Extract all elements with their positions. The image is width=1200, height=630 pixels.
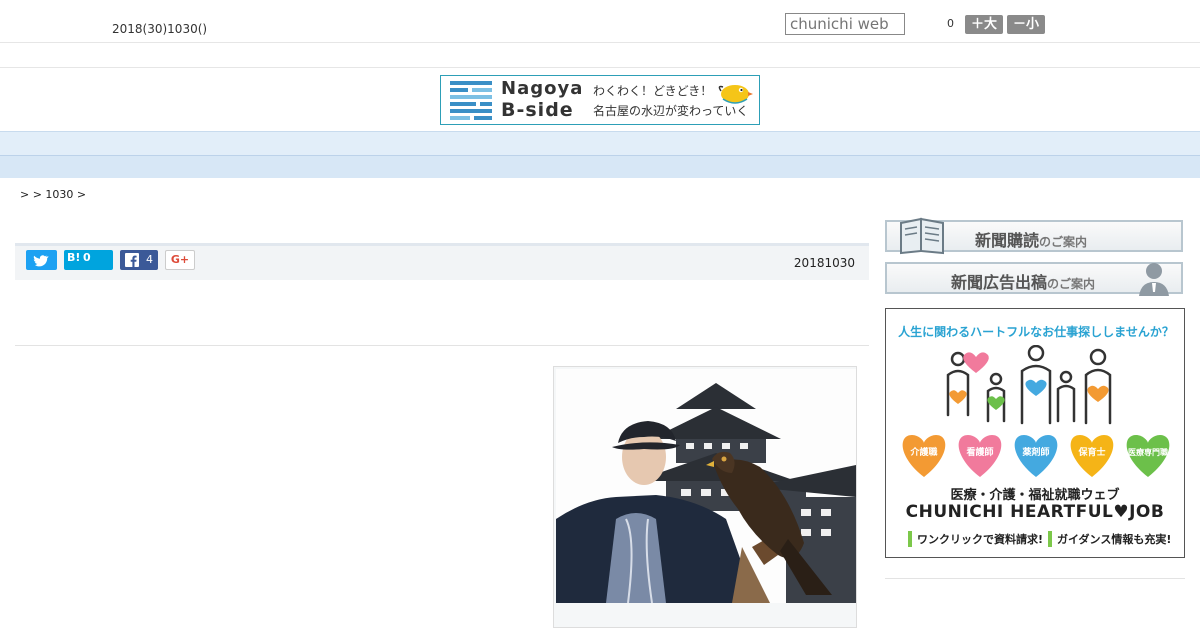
newspaper-icon [900, 217, 944, 255]
google-plus-button[interactable]: G+ [165, 250, 195, 270]
category-heart-label-4: 保育士 [1077, 446, 1105, 458]
nagoya-bside-banner[interactable]: Nagoya B-side わくわく！どきどき！ 名古屋の水辺が変わっていく [440, 75, 760, 125]
hatena-bookmark-button[interactable]: B! 0 [64, 250, 113, 270]
top-bar: 2018(30)1030() 0 ＋大 －小 [0, 0, 1200, 43]
category-heart-label-2: 看護師 [966, 446, 993, 458]
banner-tagline1: わくわく！どきどき！ [593, 84, 713, 98]
twitter-icon [33, 255, 49, 267]
job-ad-subtitle: 医療・介護・福祉就職ウェブ [950, 488, 1120, 503]
falconer-castle-image [556, 369, 856, 603]
article-divider [15, 345, 869, 346]
breadcrumb[interactable]: > > 1030 > [20, 188, 86, 201]
category-heart-label-1: 介護職 [909, 446, 937, 458]
family-illustration-icon [946, 345, 1112, 425]
advertise-main-label: 新聞広告出稿 [951, 273, 1048, 292]
share-bar: B! 0 4 G+ 20181030 [15, 243, 869, 280]
hatena-count: 0 [83, 251, 91, 264]
sidebar-divider [885, 578, 1185, 579]
businessman-icon [1139, 263, 1169, 296]
article-photo[interactable] [553, 366, 857, 628]
category-heart-label-3: 薬剤師 [1022, 446, 1049, 458]
category-heart-label-5: 医療専門職 [1128, 447, 1168, 457]
banner-logo-icon [450, 81, 492, 120]
font-small-button[interactable]: －小 [1007, 15, 1045, 34]
facebook-count: 4 [146, 253, 153, 266]
counter: 0 [947, 17, 954, 30]
facebook-icon [125, 253, 139, 267]
font-large-button[interactable]: ＋大 [965, 15, 1003, 34]
job-ad-foot2: ガイダンス情報も充実! [1048, 531, 1171, 547]
article-date: 20181030 [793, 256, 855, 270]
facebook-share-button[interactable]: 4 [120, 250, 158, 270]
twitter-share-button[interactable] [26, 250, 57, 270]
heartful-job-ad[interactable]: 人生に関わるハートフルなお仕事探ししませんか？ 介護職 看護師 薬剤師 保育士 医療専門… [885, 308, 1185, 558]
main-nav [0, 131, 1200, 156]
sub-header-divider [0, 67, 1200, 68]
header-date: 2018(30)1030() [112, 22, 208, 36]
job-category-hearts: 介護職 看護師 薬剤師 保育士 医療専門職 [902, 435, 1170, 477]
advertise-button[interactable]: 新聞広告出稿のご案内 [885, 262, 1183, 296]
banner-title-line1: Nagoya [501, 78, 584, 99]
banner-title-line2: B-side [501, 99, 574, 121]
subscribe-button[interactable]: 新聞購読のご案内 [885, 217, 1183, 255]
advertise-sub-label: のご案内 [1047, 277, 1096, 291]
sub-nav [0, 155, 1200, 178]
job-ad-foot1: ワンクリックで資料請求! [908, 531, 1043, 547]
bird-mascot-icon [718, 85, 753, 104]
job-ad-headline: 人生に関わるハートフルなお仕事探ししませんか？ [898, 325, 1174, 339]
subscribe-main-label: 新聞購読 [975, 231, 1040, 250]
search-input[interactable] [785, 13, 905, 35]
hatena-label: B! [67, 251, 81, 264]
job-ad-brand: CHUNICHI HEARTFUL♥JOB [905, 502, 1165, 522]
subscribe-sub-label: のご案内 [1039, 235, 1088, 249]
